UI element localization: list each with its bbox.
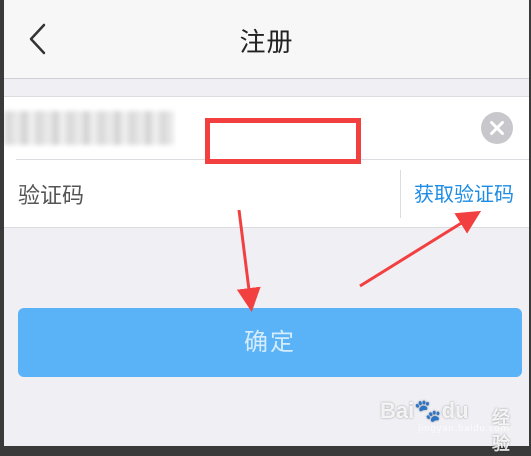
watermark-url: jingyan.baidu.com: [418, 424, 510, 434]
watermark-brand: Bai🐾du: [380, 398, 469, 423]
annotation-arrow-up: [359, 210, 482, 288]
annotation-arrow-down: [236, 209, 261, 312]
annotation-arrows: [236, 209, 482, 312]
paw-icon: 🐾: [414, 398, 442, 423]
baidu-jingyan-watermark: Bai🐾du 经验 jingyan.baidu.com: [380, 392, 525, 455]
